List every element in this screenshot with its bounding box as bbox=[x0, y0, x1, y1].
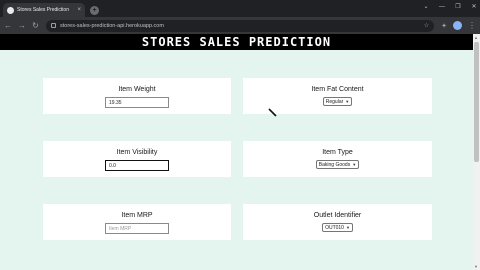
kebab-menu-icon[interactable]: ⋮ bbox=[468, 21, 476, 30]
tab-title: Stores Sales Prediction bbox=[17, 7, 69, 13]
item-mrp-label: Item MRP bbox=[121, 212, 153, 219]
favicon-icon bbox=[7, 6, 14, 14]
browser-tab[interactable]: Stores Sales Prediction × bbox=[3, 3, 85, 17]
page-title: STORES SALES PREDICTION bbox=[141, 35, 332, 49]
item-mrp-input[interactable] bbox=[105, 223, 169, 234]
lock-icon[interactable] bbox=[51, 23, 56, 28]
item-visibility-label: Item Visibility bbox=[116, 149, 158, 156]
toolbar-actions: ✦ ⋮ bbox=[441, 21, 476, 30]
browser-tabstrip: Stores Sales Prediction × + ⌄ — ❐ ✕ bbox=[0, 0, 480, 17]
chevron-down-icon: ▼ bbox=[345, 225, 350, 230]
window-controls: ⌄ — ❐ ✕ bbox=[422, 3, 478, 11]
mouse-cursor-icon bbox=[268, 108, 277, 117]
forward-icon[interactable]: → bbox=[18, 21, 26, 30]
item-type-label: Item Type bbox=[322, 149, 353, 156]
item-weight-input[interactable] bbox=[105, 97, 169, 108]
scroll-up-icon[interactable]: ▲ bbox=[474, 35, 478, 40]
bookmark-star-icon[interactable]: ☆ bbox=[424, 22, 429, 29]
scroll-down-icon[interactable]: ▼ bbox=[474, 264, 478, 269]
vertical-scrollbar[interactable]: ▲ ▼ bbox=[473, 34, 480, 270]
maximize-icon[interactable]: ❐ bbox=[454, 3, 462, 10]
reload-icon[interactable]: ↻ bbox=[32, 21, 39, 30]
page-banner: STORES SALES PREDICTION bbox=[0, 34, 473, 50]
scrollbar-thumb[interactable] bbox=[474, 42, 479, 162]
item-fat-content-select[interactable]: Regular ▼ bbox=[322, 97, 353, 106]
item-fat-content-label: Item Fat Content bbox=[311, 86, 364, 93]
minimize-icon[interactable]: — bbox=[438, 4, 446, 10]
item-mrp-card: Item MRP bbox=[43, 204, 231, 240]
profile-avatar[interactable] bbox=[453, 21, 462, 30]
item-type-selected: Baking Goods bbox=[318, 161, 351, 168]
outlet-identifier-label: Outlet Identifier bbox=[313, 212, 362, 219]
item-fat-content-selected: Regular bbox=[325, 98, 344, 105]
outlet-identifier-card: Outlet Identifier OUT010 ▼ bbox=[243, 204, 432, 240]
chevron-down-icon: ▼ bbox=[352, 162, 357, 167]
extensions-icon[interactable]: ✦ bbox=[441, 22, 447, 30]
item-weight-card: Item Weight bbox=[43, 78, 231, 114]
item-visibility-input[interactable] bbox=[105, 160, 169, 171]
item-type-select[interactable]: Baking Goods ▼ bbox=[315, 160, 360, 169]
chevron-down-icon: ▼ bbox=[345, 99, 350, 104]
back-icon[interactable]: ← bbox=[4, 21, 12, 30]
outlet-identifier-select[interactable]: OUT010 ▼ bbox=[322, 223, 353, 232]
new-tab-button[interactable]: + bbox=[90, 6, 99, 15]
tab-close-icon[interactable]: × bbox=[77, 7, 81, 13]
address-bar[interactable]: stores-sales-prediction-api.herokuapp.co… bbox=[46, 19, 435, 32]
item-weight-label: Item Weight bbox=[118, 86, 156, 93]
tab-search-icon[interactable]: ⌄ bbox=[422, 3, 430, 10]
page-viewport: STORES SALES PREDICTION Item Weight Item… bbox=[0, 34, 473, 270]
close-window-icon[interactable]: ✕ bbox=[470, 3, 478, 10]
item-visibility-card: Item Visibility bbox=[43, 141, 231, 177]
url-text[interactable]: stores-sales-prediction-api.herokuapp.co… bbox=[60, 23, 420, 29]
browser-toolbar: ← → ↻ stores-sales-prediction-api.heroku… bbox=[0, 17, 480, 34]
item-type-card: Item Type Baking Goods ▼ bbox=[243, 141, 432, 177]
outlet-identifier-selected: OUT010 bbox=[325, 224, 344, 231]
